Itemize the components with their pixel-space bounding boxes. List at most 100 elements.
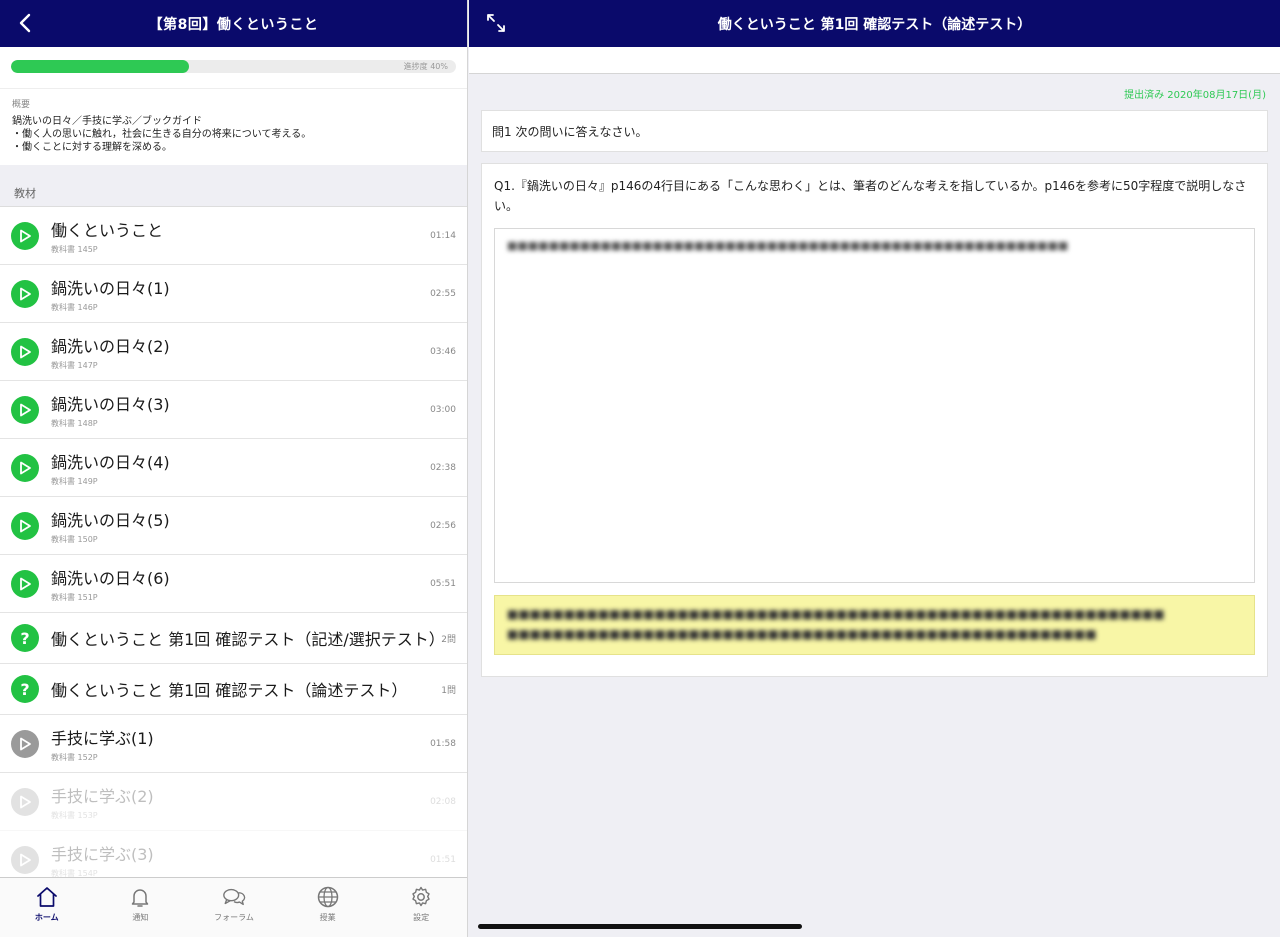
play-icon xyxy=(11,453,39,482)
item-subtitle: 教科書 153P xyxy=(51,810,98,820)
test-panel: 働くということ 第1回 確認テスト（論述テスト） 提出済み 2020年08月17… xyxy=(469,0,1280,937)
summary-label: 概要 xyxy=(12,100,31,110)
tab-label: 授業 xyxy=(319,913,336,922)
redacted-model-answer: ■■■■■■■■■■■■■■■■■■■■■■■■■■■■■■■■■■■■■■■■… xyxy=(507,607,1165,621)
item-title: 手技に学ぶ(1) xyxy=(51,728,154,748)
bell-icon xyxy=(128,885,152,909)
item-subtitle: 教科書 146P xyxy=(51,302,98,312)
sub-toolbar xyxy=(469,47,1280,74)
item-subtitle: 教科書 152P xyxy=(51,752,98,762)
model-answer-box: ■■■■■■■■■■■■■■■■■■■■■■■■■■■■■■■■■■■■■■■■… xyxy=(494,595,1255,655)
question-card: Q1.『鍋洗いの日々』p146の4行目にある「こんな思わく」とは、筆者のどんな考… xyxy=(481,163,1268,677)
expand-button[interactable] xyxy=(485,12,507,34)
tab-bar: ホーム 通知 フォーラム 授業 設定 xyxy=(0,877,467,937)
play-icon xyxy=(11,221,39,250)
tab-home[interactable]: ホーム xyxy=(0,878,94,937)
list-item-video[interactable]: 鍋洗いの日々(1) 教科書 146P 02:55 xyxy=(0,265,467,323)
question-icon: ? xyxy=(11,624,39,652)
question-text: Q1.『鍋洗いの日々』p146の4行目にある「こんな思わく」とは、筆者のどんな考… xyxy=(494,179,1247,213)
play-icon xyxy=(11,395,39,424)
progress-label: 進捗度 40% xyxy=(403,62,448,71)
test-header: 働くということ 第1回 確認テスト（論述テスト） xyxy=(469,0,1280,47)
summary-line: ・働く人の思いに触れ，社会に生きる自分の将来について考える。 xyxy=(12,129,312,140)
back-button[interactable] xyxy=(12,10,38,36)
redacted-model-answer: ■■■■■■■■■■■■■■■■■■■■■■■■■■■■■■■■■■■■■■■■… xyxy=(507,627,1097,641)
tab-settings[interactable]: 設定 xyxy=(374,878,467,937)
item-subtitle: 教科書 151P xyxy=(51,592,98,602)
item-title: 働くということ 第1回 確認テスト（論述テスト） xyxy=(51,681,408,700)
item-subtitle: 教科書 149P xyxy=(51,476,98,486)
item-subtitle: 教科書 147P xyxy=(51,360,98,370)
item-title: 鍋洗いの日々(1) xyxy=(51,278,170,298)
home-indicator xyxy=(478,924,802,929)
item-subtitle: 教科書 150P xyxy=(51,534,98,544)
list-item-video[interactable]: 鍋洗いの日々(6) 教科書 151P 05:51 xyxy=(0,555,467,613)
tab-label: ホーム xyxy=(34,913,59,922)
tab-label: 通知 xyxy=(132,913,149,922)
item-duration: 03:00 xyxy=(430,404,456,415)
play-icon xyxy=(11,279,39,308)
item-title: 働くということ 第1回 確認テスト（記述/選択テスト） xyxy=(51,630,445,649)
summary-line: ・働くことに対する理解を深める。 xyxy=(12,142,172,153)
instruction-card: 問1 次の問いに答えなさい。 xyxy=(481,110,1268,152)
item-subtitle: 教科書 148P xyxy=(51,418,98,428)
tab-forum[interactable]: フォーラム xyxy=(187,878,281,937)
progress-section: 進捗度 40% xyxy=(0,47,467,89)
list-item-video[interactable]: 手技に学ぶ(1) 教科書 152P 01:58 xyxy=(0,715,467,773)
item-duration: 02:56 xyxy=(430,520,456,531)
item-duration: 03:46 xyxy=(430,346,456,357)
home-icon xyxy=(35,885,59,909)
item-title: 鍋洗いの日々(3) xyxy=(51,394,170,414)
summary-line: 鍋洗いの日々／手技に学ぶ／ブックガイド xyxy=(12,116,202,127)
item-duration: 01:51 xyxy=(430,854,456,865)
list-item-video[interactable]: 働くということ教科書 145P 01:14 xyxy=(0,207,467,265)
lesson-panel: 【第8回】働くということ 進捗度 40% 概要 鍋洗いの日々／手技に学ぶ／ブック… xyxy=(0,0,468,937)
play-icon xyxy=(11,787,39,816)
lesson-header: 【第8回】働くということ xyxy=(0,0,467,47)
expand-icon xyxy=(487,14,505,32)
list-item-video[interactable]: 鍋洗いの日々(5) 教科書 150P 02:56 xyxy=(0,497,467,555)
item-title: 鍋洗いの日々(6) xyxy=(51,568,170,588)
item-title: 鍋洗いの日々(5) xyxy=(51,510,170,530)
item-title: 鍋洗いの日々(2) xyxy=(51,336,170,356)
tab-classes[interactable]: 授業 xyxy=(281,878,375,937)
play-icon xyxy=(11,511,39,540)
item-question-count: 2問 xyxy=(441,634,456,645)
gear-icon xyxy=(409,885,433,909)
list-item-video[interactable]: 鍋洗いの日々(3) 教科書 148P 03:00 xyxy=(0,381,467,439)
tab-label: 設定 xyxy=(413,913,430,922)
list-item-test[interactable]: ? 働くということ 第1回 確認テスト（記述/選択テスト） 2問 xyxy=(0,613,467,664)
list-item-video-locked: 手技に学ぶ(2) 教科書 153P 02:08 xyxy=(0,773,467,831)
list-item-video[interactable]: 鍋洗いの日々(4) 教科書 149P 02:38 xyxy=(0,439,467,497)
list-item-test[interactable]: ? 働くということ 第1回 確認テスト（論述テスト） 1問 xyxy=(0,664,467,715)
progress-fill xyxy=(11,60,189,73)
item-question-count: 1問 xyxy=(441,685,456,696)
test-title: 働くということ 第1回 確認テスト（論述テスト） xyxy=(717,16,1032,33)
progress-bar: 進捗度 40% xyxy=(11,60,456,73)
item-duration: 01:58 xyxy=(430,738,456,749)
play-icon xyxy=(11,337,39,366)
tab-label: フォーラム xyxy=(214,913,254,922)
play-icon xyxy=(11,845,39,874)
answer-textarea[interactable]: ■■■■■■■■■■■■■■■■■■■■■■■■■■■■■■■■■■■■■■■■… xyxy=(494,228,1255,583)
item-duration: 02:08 xyxy=(430,796,456,807)
redacted-answer: ■■■■■■■■■■■■■■■■■■■■■■■■■■■■■■■■■■■■■■■■… xyxy=(507,239,1069,252)
submitted-date: 提出済み 2020年08月17日(月) xyxy=(1124,90,1266,101)
item-duration: 02:38 xyxy=(430,462,456,473)
globe-icon xyxy=(316,885,340,909)
item-subtitle: 教科書 145P xyxy=(51,244,98,254)
item-title: 手技に学ぶ(3) xyxy=(51,844,154,864)
materials-section-header: 教材 xyxy=(0,165,467,207)
chevron-left-icon xyxy=(19,13,31,33)
question-icon: ? xyxy=(11,675,39,703)
item-title: 働くということ xyxy=(51,220,164,240)
item-duration: 02:55 xyxy=(430,288,456,299)
item-title: 手技に学ぶ(2) xyxy=(51,786,154,806)
tab-notifications[interactable]: 通知 xyxy=(94,878,188,937)
play-icon xyxy=(11,729,39,758)
item-duration: 01:14 xyxy=(430,230,456,241)
materials-list: 働くということ教科書 145P 01:14 鍋洗いの日々(1) 教科書 146P … xyxy=(0,207,467,889)
item-duration: 05:51 xyxy=(430,578,456,589)
play-icon xyxy=(11,569,39,598)
list-item-video[interactable]: 鍋洗いの日々(2) 教科書 147P 03:46 xyxy=(0,323,467,381)
